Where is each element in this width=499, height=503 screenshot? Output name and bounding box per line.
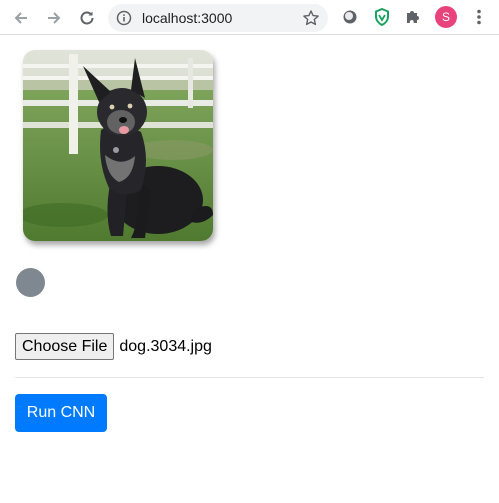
info-icon[interactable] bbox=[116, 10, 132, 26]
puzzle-icon[interactable] bbox=[404, 8, 422, 26]
arrow-right-icon[interactable] bbox=[42, 6, 66, 30]
circle-extension-icon[interactable] bbox=[341, 8, 359, 26]
status-indicator bbox=[16, 268, 45, 297]
address-bar[interactable]: localhost:3000 bbox=[108, 4, 328, 32]
shield-extension-icon[interactable] bbox=[373, 8, 391, 26]
file-input[interactable]: Choose File dog.3034.jpg bbox=[15, 333, 212, 360]
selected-file-name: dog.3034.jpg bbox=[119, 337, 212, 355]
url-text[interactable]: localhost:3000 bbox=[142, 9, 232, 27]
divider bbox=[15, 377, 484, 378]
profile-avatar[interactable]: S bbox=[435, 6, 457, 28]
reload-icon[interactable] bbox=[75, 6, 99, 30]
star-icon[interactable] bbox=[302, 9, 320, 27]
kebab-menu-icon[interactable] bbox=[470, 8, 488, 26]
dog-image-preview bbox=[23, 50, 213, 241]
arrow-left-icon[interactable] bbox=[9, 6, 33, 30]
choose-file-button[interactable]: Choose File bbox=[15, 333, 115, 360]
browser-toolbar: localhost:3000 S bbox=[0, 0, 499, 35]
run-cnn-button[interactable]: Run CNN bbox=[15, 394, 107, 432]
